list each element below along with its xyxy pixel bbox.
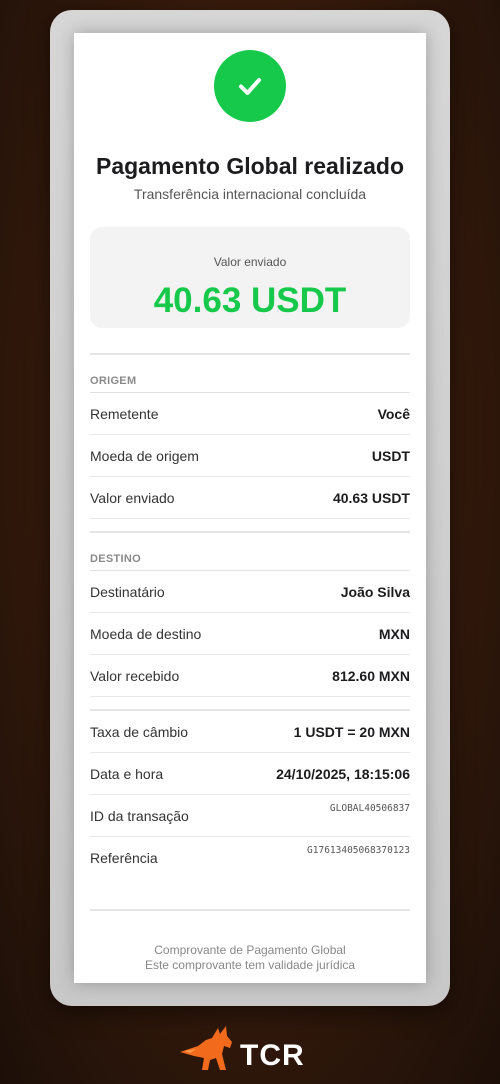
- footer-legal-note: Este comprovante tem validade jurídica: [144, 958, 356, 972]
- detail-row-destination-currency: Moeda de destino MXN: [90, 613, 410, 655]
- detail-row-recipient: Destinatário João Silva: [90, 571, 410, 613]
- divider: [90, 353, 410, 355]
- success-badge: [214, 50, 286, 122]
- detail-value: 40.63 USDT: [332, 490, 410, 506]
- amount-value: 40.63 USDT: [153, 281, 347, 320]
- section-label-origin: ORIGEM: [90, 375, 137, 387]
- divider: [90, 909, 410, 911]
- detail-value: MXN: [378, 626, 410, 642]
- detail-row-exchange-rate: Taxa de câmbio 1 USDT = 20 MXN: [90, 711, 410, 753]
- amount-label: Valor enviado: [213, 255, 287, 269]
- section-label-destination: DESTINO: [90, 553, 141, 565]
- detail-row-reference: Referência G17613405068370123: [90, 837, 410, 879]
- detail-key: Taxa de câmbio: [90, 724, 189, 740]
- reference-value: G17613405068370123: [307, 845, 410, 856]
- detail-key: Valor enviado: [90, 490, 175, 506]
- detail-key: Destinatário: [90, 584, 165, 600]
- detail-value: 24/10/2025, 18:15:06: [276, 766, 410, 782]
- transaction-id-value: GLOBAL40506837: [329, 803, 410, 814]
- detail-row-datetime: Data e hora 24/10/2025, 18:15:06: [90, 753, 410, 795]
- detail-row-sender: Remetente Você: [90, 393, 410, 435]
- detail-key: Moeda de origem: [90, 448, 199, 464]
- detail-value: 1 USDT = 20 MXN: [293, 724, 410, 740]
- detail-row-origin-currency: Moeda de origem USDT: [90, 435, 410, 477]
- receipt-card: Pagamento Global realizado Transferência…: [74, 33, 426, 983]
- brand-logo: TCR: [180, 1024, 330, 1074]
- checkmark-icon: [239, 78, 261, 95]
- detail-row-transaction-id: ID da transação GLOBAL40506837: [90, 795, 410, 837]
- detail-value: 812.60 MXN: [332, 668, 410, 684]
- detail-key: Moeda de destino: [90, 626, 202, 642]
- detail-key: Data e hora: [90, 766, 164, 782]
- detail-value: USDT: [371, 448, 410, 464]
- detail-row-sent-amount: Valor enviado 40.63 USDT: [90, 477, 410, 519]
- page-subtitle: Transferência internacional concluída: [133, 186, 367, 202]
- brand-name: TCR: [240, 1039, 305, 1072]
- detail-key: ID da transação: [90, 808, 189, 824]
- detail-key: Valor recebido: [90, 668, 180, 684]
- detail-value: João Silva: [340, 584, 410, 600]
- detail-value: Você: [377, 406, 410, 422]
- page-title: Pagamento Global realizado: [95, 153, 405, 179]
- divider: [90, 531, 410, 533]
- detail-key: Remetente: [90, 406, 159, 422]
- detail-key: Referência: [90, 850, 158, 866]
- wolf-icon: [180, 1026, 232, 1070]
- detail-row-received-amount: Valor recebido 812.60 MXN: [90, 655, 410, 697]
- footer-title: Comprovante de Pagamento Global: [154, 943, 346, 957]
- amount-summary: Valor enviado 40.63 USDT: [90, 227, 410, 328]
